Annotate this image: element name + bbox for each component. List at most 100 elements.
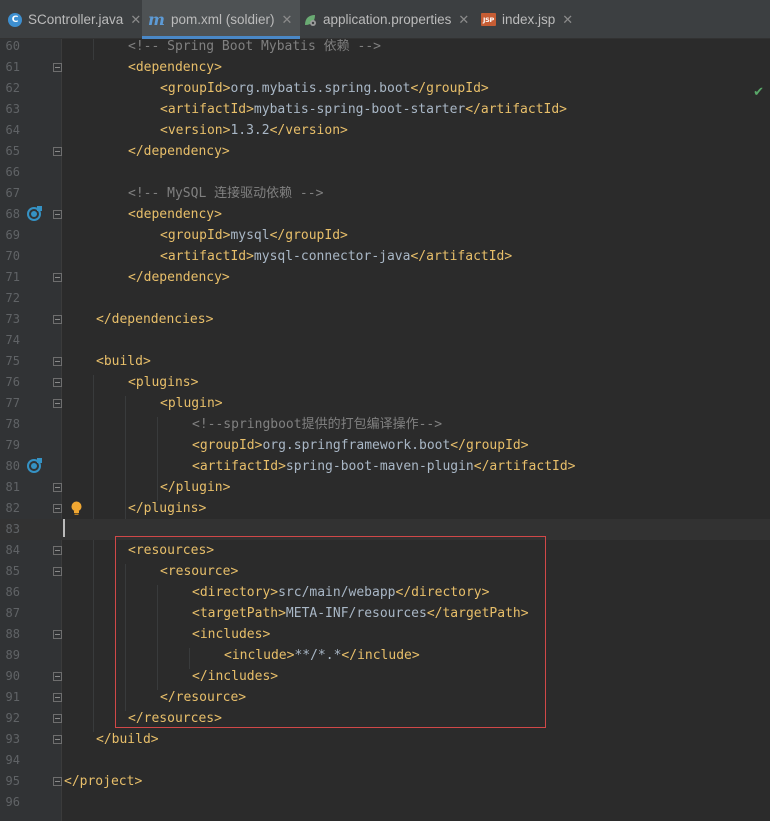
xml-comment: <!--springboot提供的打包编译操作--> xyxy=(192,417,443,432)
xml-tag: </resource> xyxy=(160,690,247,705)
line-number: 64 xyxy=(5,123,20,137)
xml-tag: <resources> xyxy=(128,543,215,558)
inspection-ok-icon[interactable]: ✔ xyxy=(753,85,764,100)
fold-marker-icon[interactable] xyxy=(53,777,62,786)
code-line[interactable]: 92 </resources> xyxy=(0,708,770,729)
fold-marker-icon[interactable] xyxy=(53,273,62,282)
code-line[interactable]: 73 </dependencies> xyxy=(0,309,770,330)
fold-marker-icon[interactable] xyxy=(53,630,62,639)
maven-dependency-gutter-icon[interactable] xyxy=(27,206,42,221)
code-line[interactable]: 65 </dependency> xyxy=(0,141,770,162)
fold-marker-icon[interactable] xyxy=(53,63,62,72)
code-line[interactable]: 87 <targetPath>META-INF/resources</target… xyxy=(0,603,770,624)
xml-tag: <directory> xyxy=(192,585,279,600)
code-line[interactable]: 69 <groupId>mysql</groupId> xyxy=(0,225,770,246)
tab-pom-xml[interactable]: m pom.xml (soldier) ✕ xyxy=(142,0,301,39)
code-line[interactable]: 67 <!-- MySQL 连接驱动依赖 --> xyxy=(0,183,770,204)
code-line[interactable]: 85 <resource> xyxy=(0,561,770,582)
line-number: 88 xyxy=(5,627,20,641)
code-line[interactable]: 91 </resource> xyxy=(0,687,770,708)
tab-application-properties[interactable]: application.properties ✕ xyxy=(303,0,469,39)
xml-tag: </groupId> xyxy=(410,81,489,96)
fold-marker-icon[interactable] xyxy=(53,693,62,702)
xml-tag: </groupId> xyxy=(450,438,529,453)
code-text: </dependency> xyxy=(128,267,230,288)
code-line[interactable]: 60 <!-- Spring Boot Mybatis 依赖 --> xyxy=(0,39,770,57)
maven-dependency-gutter-icon[interactable] xyxy=(27,458,42,473)
xml-tag: <dependency> xyxy=(128,60,222,75)
code-line[interactable]: 83 xyxy=(0,519,770,540)
xml-tag: <build> xyxy=(96,354,151,369)
line-number: 63 xyxy=(5,102,20,116)
close-icon[interactable]: ✕ xyxy=(130,12,141,28)
code-line[interactable]: 96 xyxy=(0,792,770,813)
xml-text: 1.3.2 xyxy=(230,123,270,138)
code-line[interactable]: 63 <artifactId>mybatis-spring-boot-starte… xyxy=(0,99,770,120)
code-text: </plugins> xyxy=(128,498,206,519)
code-line[interactable]: 66 xyxy=(0,162,770,183)
code-line[interactable]: 81 </plugin> xyxy=(0,477,770,498)
close-icon[interactable]: ✕ xyxy=(281,12,292,28)
code-line[interactable]: 89 <include>**/*.*</include> xyxy=(0,645,770,666)
code-line[interactable]: 86 <directory>src/main/webapp</directory> xyxy=(0,582,770,603)
xml-tag: <include> xyxy=(224,648,295,663)
tab-index-jsp[interactable]: JSP index.jsp ✕ xyxy=(481,0,573,39)
code-line[interactable]: 71 </dependency> xyxy=(0,267,770,288)
line-number: 72 xyxy=(5,291,20,305)
fold-marker-icon[interactable] xyxy=(53,378,62,387)
code-text: <groupId>mysql</groupId> xyxy=(160,225,348,246)
code-line[interactable]: 76 <plugins> xyxy=(0,372,770,393)
code-text: <include>**/*.*</include> xyxy=(224,645,420,666)
intention-bulb-icon[interactable] xyxy=(71,501,82,516)
close-icon[interactable]: ✕ xyxy=(458,12,469,28)
code-line[interactable]: 90 </includes> xyxy=(0,666,770,687)
close-icon[interactable]: ✕ xyxy=(562,12,573,28)
xml-tag: </artifactId> xyxy=(410,249,513,264)
xml-text: org.mybatis.spring.boot xyxy=(230,81,411,96)
code-line[interactable]: 93 </build> xyxy=(0,729,770,750)
xml-tag: </include> xyxy=(341,648,420,663)
code-line[interactable]: 75 <build> xyxy=(0,351,770,372)
fold-marker-icon[interactable] xyxy=(53,672,62,681)
fold-marker-icon[interactable] xyxy=(53,567,62,576)
fold-marker-icon[interactable] xyxy=(53,504,62,513)
fold-marker-icon[interactable] xyxy=(53,147,62,156)
xml-tag: </dependency> xyxy=(128,270,230,285)
code-line[interactable]: 80 <artifactId>spring-boot-maven-plugin</… xyxy=(0,456,770,477)
code-line[interactable]: 72 xyxy=(0,288,770,309)
line-number: 89 xyxy=(5,648,20,662)
fold-marker-icon[interactable] xyxy=(53,210,62,219)
code-line[interactable]: 61 <dependency> xyxy=(0,57,770,78)
code-line[interactable]: 94 xyxy=(0,750,770,771)
fold-marker-icon[interactable] xyxy=(53,546,62,555)
xml-tag: </groupId> xyxy=(269,228,348,243)
code-line[interactable]: 88 <includes> xyxy=(0,624,770,645)
fold-marker-icon[interactable] xyxy=(53,357,62,366)
fold-marker-icon[interactable] xyxy=(53,315,62,324)
fold-marker-icon[interactable] xyxy=(53,714,62,723)
code-line[interactable]: 68 <dependency> xyxy=(0,204,770,225)
code-line[interactable]: 64 <version>1.3.2</version> xyxy=(0,120,770,141)
code-line[interactable]: 62 <groupId>org.mybatis.spring.boot</grou… xyxy=(0,78,770,99)
tab-scontroller-java[interactable]: C SController.java ✕ xyxy=(8,0,141,39)
xml-tag: <groupId> xyxy=(192,438,263,453)
code-line[interactable]: 84 <resources> xyxy=(0,540,770,561)
code-line[interactable]: 77 <plugin> xyxy=(0,393,770,414)
line-number: 79 xyxy=(5,438,20,452)
code-line[interactable]: 74 xyxy=(0,330,770,351)
code-line[interactable]: 70 <artifactId>mysql-connector-java</arti… xyxy=(0,246,770,267)
code-line[interactable]: 95 </project> xyxy=(0,771,770,792)
code-editor[interactable]: 60 <!-- Spring Boot Mybatis 依赖 --> 61 <depe… xyxy=(0,39,770,821)
line-number: 95 xyxy=(5,774,20,788)
code-line[interactable]: 82 </plugins> xyxy=(0,498,770,519)
line-number: 67 xyxy=(5,186,20,200)
line-number: 94 xyxy=(5,753,20,767)
fold-marker-icon[interactable] xyxy=(53,483,62,492)
fold-marker-icon[interactable] xyxy=(53,735,62,744)
text-caret xyxy=(63,519,65,537)
line-number: 90 xyxy=(5,669,20,683)
xml-tag: <dependency> xyxy=(128,207,222,222)
code-line[interactable]: 78 <!--springboot提供的打包编译操作--> xyxy=(0,414,770,435)
code-line[interactable]: 79 <groupId>org.springframework.boot</gro… xyxy=(0,435,770,456)
fold-marker-icon[interactable] xyxy=(53,399,62,408)
